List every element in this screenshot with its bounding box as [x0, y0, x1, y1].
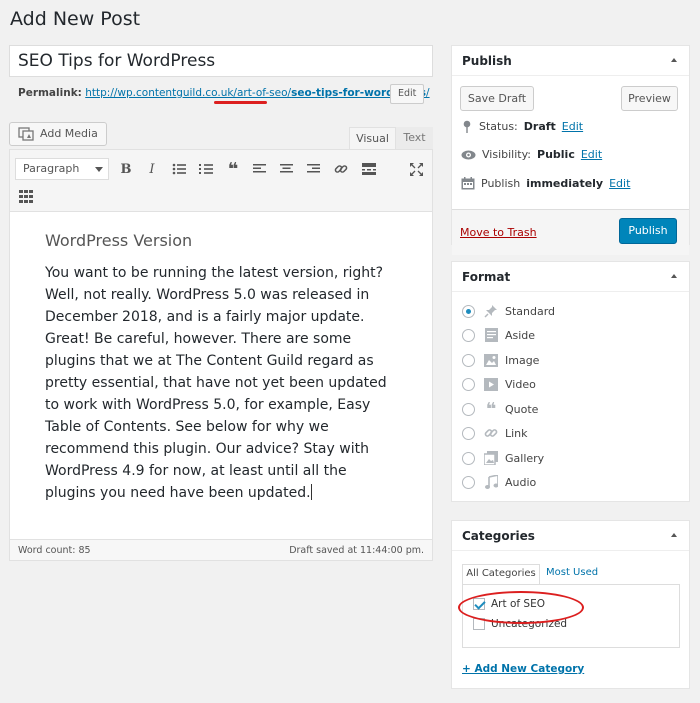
move-to-trash-link[interactable]: Move to Trash — [460, 226, 537, 239]
radio-button[interactable] — [462, 475, 475, 489]
visibility-row: Visibility: Public Edit — [461, 148, 602, 161]
publish-box-header[interactable]: Publish — [452, 46, 689, 76]
numbered-list-icon[interactable] — [195, 158, 217, 180]
annotation-underline — [214, 101, 267, 104]
format-option-quote[interactable]: ❝ Quote — [462, 398, 538, 420]
permalink-edit-button[interactable]: Edit — [390, 84, 425, 104]
read-more-icon[interactable] — [358, 158, 380, 180]
publish-box: Publish Save Draft Preview Status: Draft E… — [451, 45, 690, 255]
radio-button[interactable] — [462, 353, 475, 367]
gallery-icon — [483, 450, 499, 466]
editor-toolbar: Paragraph B I ❝ — [10, 150, 432, 212]
permalink-label: Permalink: — [18, 87, 82, 99]
preview-button[interactable]: Preview — [621, 86, 678, 111]
format-option-link[interactable]: Link — [462, 424, 528, 442]
collapse-icon[interactable] — [671, 533, 677, 537]
schedule-edit-link[interactable]: Edit — [609, 177, 630, 190]
link-icon[interactable] — [330, 158, 352, 180]
pin-icon — [463, 120, 471, 133]
italic-icon[interactable]: I — [141, 158, 163, 180]
image-icon — [483, 352, 499, 368]
tab-text[interactable]: Text — [396, 127, 433, 149]
publish-button[interactable]: Publish — [619, 218, 677, 244]
editor-status-bar: Word count: 85 Draft saved at 11:44:00 p… — [10, 539, 432, 560]
content-heading: WordPress Version — [45, 231, 193, 250]
schedule-row: Publish immediately Edit — [461, 177, 630, 190]
publish-actions: Move to Trash Publish — [452, 209, 689, 255]
format-box: Format Standard Aside Image Video ❝ Quot… — [451, 261, 690, 502]
bold-icon[interactable]: B — [115, 158, 137, 180]
calendar-icon — [461, 177, 475, 190]
tab-visual[interactable]: Visual — [349, 127, 396, 149]
eye-icon — [461, 150, 476, 159]
chevron-down-icon — [95, 167, 103, 172]
post-editor: Paragraph B I ❝ WordPress Version You wa… — [9, 149, 433, 561]
format-option-gallery[interactable]: Gallery — [462, 449, 544, 467]
blockquote-icon[interactable]: ❝ — [222, 158, 244, 180]
add-media-button[interactable]: Add Media — [9, 122, 107, 146]
status-edit-link[interactable]: Edit — [562, 120, 583, 133]
radio-button[interactable] — [462, 426, 475, 440]
page-title: Add New Post — [10, 8, 141, 30]
video-icon — [483, 376, 499, 392]
draft-saved-status: Draft saved at 11:44:00 pm. — [289, 545, 424, 556]
format-option-image[interactable]: Image — [462, 351, 539, 369]
radio-button[interactable] — [462, 451, 475, 465]
align-center-icon[interactable] — [275, 158, 297, 180]
post-title-input[interactable]: SEO Tips for WordPress — [9, 45, 433, 77]
collapse-icon[interactable] — [671, 274, 677, 278]
visibility-edit-link[interactable]: Edit — [581, 148, 602, 161]
collapse-icon[interactable] — [671, 58, 677, 62]
tab-all-categories[interactable]: All Categories — [462, 564, 540, 584]
category-list: Art of SEO Uncategorized — [458, 584, 680, 648]
category-tabs: All Categories Most Used — [462, 564, 680, 584]
format-select[interactable]: Paragraph — [15, 158, 109, 180]
tab-most-used[interactable]: Most Used — [546, 564, 598, 584]
status-row: Status: Draft Edit — [461, 120, 583, 133]
align-right-icon[interactable] — [302, 158, 324, 180]
add-media-label: Add Media — [40, 127, 98, 140]
categories-box-header[interactable]: Categories — [452, 521, 689, 551]
format-option-audio[interactable]: Audio — [462, 473, 536, 491]
word-count: Word count: 85 — [18, 545, 91, 556]
permalink: Permalink: http://wp.contentguild.co.uk/… — [18, 87, 430, 99]
format-option-aside[interactable]: Aside — [462, 326, 535, 344]
radio-button[interactable] — [462, 402, 475, 416]
toolbar-toggle-icon[interactable] — [15, 185, 37, 207]
radio-button[interactable] — [462, 304, 475, 318]
music-note-icon — [483, 474, 499, 490]
format-option-video[interactable]: Video — [462, 375, 536, 393]
permalink-link[interactable]: http://wp.contentguild.co.uk/art-of-seo/… — [85, 87, 429, 99]
fullscreen-icon[interactable] — [405, 158, 427, 180]
quote-icon: ❝ — [485, 398, 497, 420]
content-paragraph: You want to be running the latest versio… — [45, 265, 387, 501]
annotation-ellipse — [458, 591, 584, 624]
pushpin-icon — [483, 303, 499, 319]
add-new-category-link[interactable]: + Add New Category — [462, 663, 584, 675]
format-option-standard[interactable]: Standard — [462, 302, 555, 320]
categories-box: Categories All Categories Most Used Art … — [451, 520, 690, 689]
text-cursor — [310, 484, 312, 500]
bullet-list-icon[interactable] — [168, 158, 190, 180]
editor-content[interactable]: WordPress Version You want to be running… — [45, 230, 395, 504]
media-icon — [18, 127, 34, 141]
aside-icon — [483, 327, 499, 343]
radio-button[interactable] — [462, 377, 475, 391]
save-draft-button[interactable]: Save Draft — [460, 86, 534, 111]
link-icon — [483, 425, 499, 441]
align-left-icon[interactable] — [248, 158, 270, 180]
radio-button[interactable] — [462, 328, 475, 342]
format-box-header[interactable]: Format — [452, 262, 689, 292]
